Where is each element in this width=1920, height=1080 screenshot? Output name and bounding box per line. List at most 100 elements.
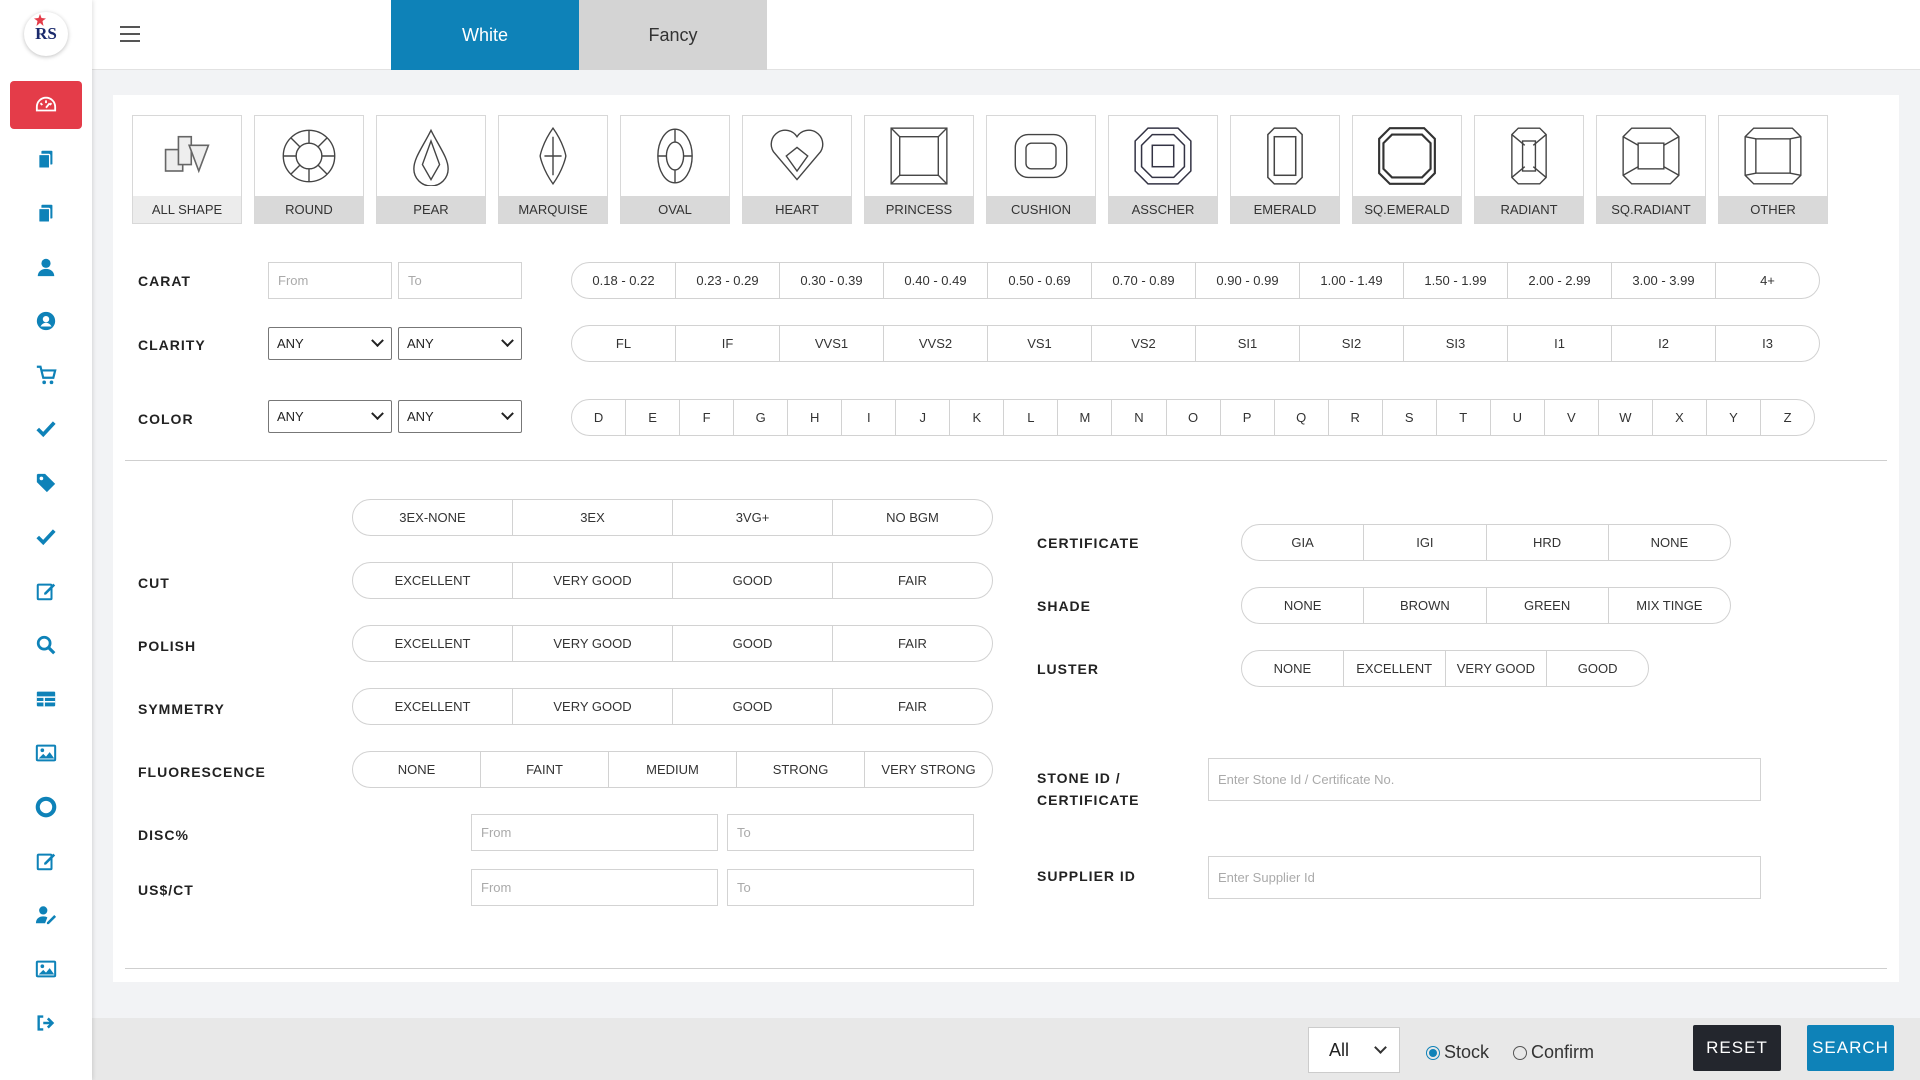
disc-from-input[interactable]: From — [471, 814, 718, 851]
polish-option[interactable]: EXCELLENT — [353, 626, 513, 661]
color-option[interactable]: H — [788, 400, 843, 435]
tab-fancy[interactable]: Fancy — [579, 0, 767, 70]
shape-marquise[interactable]: MARQUISE — [498, 115, 608, 224]
carat-range-option[interactable]: 0.50 - 0.69 — [988, 263, 1092, 298]
clarity-option[interactable]: SI1 — [1196, 326, 1300, 361]
carat-range-option[interactable]: 1.50 - 1.99 — [1404, 263, 1508, 298]
color-option[interactable]: Z — [1761, 400, 1814, 435]
shape-emerald[interactable]: EMERALD — [1230, 115, 1340, 224]
radio-confirm[interactable]: Confirm — [1513, 1042, 1594, 1063]
carat-range-option[interactable]: 0.30 - 0.39 — [780, 263, 884, 298]
carat-range-option[interactable]: 0.90 - 0.99 — [1196, 263, 1300, 298]
symmetry-option[interactable]: GOOD — [673, 689, 833, 724]
symmetry-option[interactable]: EXCELLENT — [353, 689, 513, 724]
symmetry-option[interactable]: FAIR — [833, 689, 992, 724]
color-option[interactable]: J — [896, 400, 951, 435]
shape-heart[interactable]: HEART — [742, 115, 852, 224]
shape-all-shape[interactable]: ALL SHAPE — [132, 115, 242, 224]
shape-other[interactable]: OTHER — [1718, 115, 1828, 224]
certificate-option[interactable]: GIA — [1242, 525, 1365, 560]
sidebar-item-4[interactable] — [10, 297, 82, 345]
color-option[interactable]: K — [950, 400, 1005, 435]
sidebar-item-0[interactable] — [10, 81, 82, 129]
luster-option[interactable]: GOOD — [1547, 651, 1648, 686]
usct-from-input[interactable]: From — [471, 869, 718, 906]
preset-option[interactable]: 3EX-NONE — [353, 500, 513, 535]
clarity-option[interactable]: I2 — [1612, 326, 1716, 361]
sidebar-item-16[interactable] — [10, 945, 82, 993]
sidebar-item-3[interactable] — [10, 243, 82, 291]
logo[interactable]: RS — [24, 12, 68, 56]
cut-option[interactable]: VERY GOOD — [513, 563, 673, 598]
clarity-option[interactable]: VVS2 — [884, 326, 988, 361]
color-option[interactable]: F — [680, 400, 735, 435]
color-option[interactable]: V — [1545, 400, 1599, 435]
polish-option[interactable]: FAIR — [833, 626, 992, 661]
carat-range-option[interactable]: 0.70 - 0.89 — [1092, 263, 1196, 298]
fluorescence-option[interactable]: NONE — [353, 752, 481, 787]
sidebar-item-6[interactable] — [10, 405, 82, 453]
sidebar-item-13[interactable] — [10, 783, 82, 831]
color-option[interactable]: Y — [1707, 400, 1762, 435]
shape-oval[interactable]: OVAL — [620, 115, 730, 224]
filter-select[interactable]: All — [1308, 1027, 1400, 1073]
shade-option[interactable]: GREEN — [1487, 588, 1609, 623]
tab-white[interactable]: White — [391, 0, 579, 70]
fluorescence-option[interactable]: VERY STRONG — [865, 752, 992, 787]
certificate-option[interactable]: HRD — [1487, 525, 1609, 560]
sidebar-item-9[interactable] — [10, 567, 82, 615]
preset-option[interactable]: 3EX — [513, 500, 673, 535]
carat-range-option[interactable]: 0.40 - 0.49 — [884, 263, 988, 298]
carat-range-option[interactable]: 2.00 - 2.99 — [1508, 263, 1612, 298]
color-to-select[interactable]: ANY — [398, 400, 522, 433]
color-option[interactable]: O — [1167, 400, 1221, 435]
color-from-select[interactable]: ANY — [268, 400, 392, 433]
carat-from-input[interactable]: From — [268, 262, 392, 299]
clarity-option[interactable]: SI2 — [1300, 326, 1404, 361]
fluorescence-option[interactable]: FAINT — [481, 752, 609, 787]
color-option[interactable]: P — [1221, 400, 1275, 435]
color-option[interactable]: U — [1491, 400, 1545, 435]
carat-range-option[interactable]: 0.23 - 0.29 — [676, 263, 780, 298]
shape-pear[interactable]: PEAR — [376, 115, 486, 224]
sidebar-item-12[interactable] — [10, 729, 82, 777]
clarity-to-select[interactable]: ANY — [398, 327, 522, 360]
search-button[interactable]: SEARCH — [1807, 1025, 1894, 1071]
color-option[interactable]: T — [1437, 400, 1491, 435]
clarity-option[interactable]: IF — [676, 326, 780, 361]
menu-toggle-icon[interactable] — [120, 26, 140, 42]
radio-stock-dot[interactable] — [1426, 1045, 1440, 1060]
luster-option[interactable]: VERY GOOD — [1446, 651, 1548, 686]
shade-option[interactable]: MIX TINGE — [1609, 588, 1730, 623]
clarity-option[interactable]: VS2 — [1092, 326, 1196, 361]
usct-to-input[interactable]: To — [727, 869, 974, 906]
preset-option[interactable]: 3VG+ — [673, 500, 833, 535]
clarity-option[interactable]: FL — [572, 326, 676, 361]
clarity-option[interactable]: VVS1 — [780, 326, 884, 361]
shape-round[interactable]: ROUND — [254, 115, 364, 224]
sidebar-item-14[interactable] — [10, 837, 82, 885]
sidebar-item-15[interactable] — [10, 891, 82, 939]
color-option[interactable]: M — [1058, 400, 1113, 435]
color-option[interactable]: S — [1383, 400, 1437, 435]
symmetry-option[interactable]: VERY GOOD — [513, 689, 673, 724]
color-option[interactable]: Q — [1275, 400, 1329, 435]
color-option[interactable]: E — [626, 400, 681, 435]
shape-princess[interactable]: PRINCESS — [864, 115, 974, 224]
shape-radiant[interactable]: RADIANT — [1474, 115, 1584, 224]
cut-option[interactable]: FAIR — [833, 563, 992, 598]
carat-range-option[interactable]: 1.00 - 1.49 — [1300, 263, 1404, 298]
cut-option[interactable]: EXCELLENT — [353, 563, 513, 598]
reset-button[interactable]: RESET — [1693, 1025, 1781, 1071]
carat-to-input[interactable]: To — [398, 262, 522, 299]
certificate-option[interactable]: IGI — [1364, 525, 1487, 560]
color-option[interactable]: G — [734, 400, 789, 435]
color-option[interactable]: X — [1653, 400, 1707, 435]
shape-sq-emerald[interactable]: SQ.EMERALD — [1352, 115, 1462, 224]
sidebar-item-11[interactable] — [10, 675, 82, 723]
sidebar-item-2[interactable] — [10, 189, 82, 237]
polish-option[interactable]: VERY GOOD — [513, 626, 673, 661]
color-option[interactable]: W — [1599, 400, 1653, 435]
clarity-option[interactable]: SI3 — [1404, 326, 1508, 361]
clarity-option[interactable]: I1 — [1508, 326, 1612, 361]
